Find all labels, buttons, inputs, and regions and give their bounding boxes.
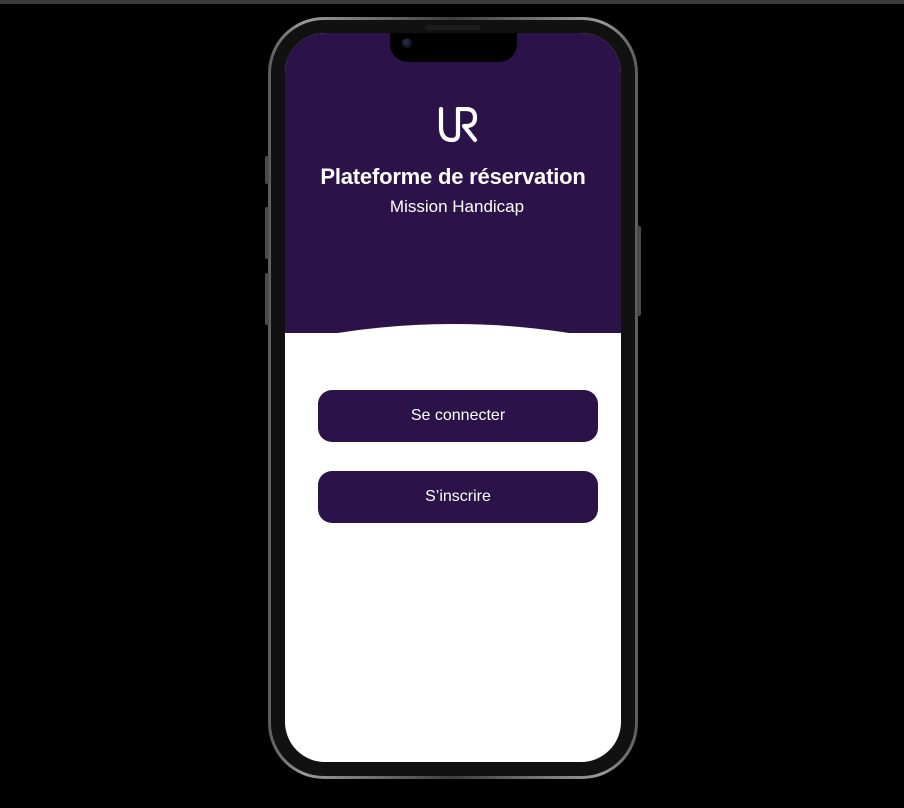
signup-button[interactable]: S’inscrire — [318, 471, 598, 523]
volume-down-button — [265, 273, 269, 325]
front-camera — [402, 38, 412, 48]
page-title: Plateforme de réservation — [320, 164, 586, 189]
ur-logo-icon: UR — [438, 107, 478, 143]
power-button — [637, 226, 641, 316]
window-top-border — [0, 0, 904, 4]
page-subtitle: Mission Handicap — [389, 197, 525, 216]
volume-up-button — [265, 207, 269, 259]
earpiece-speaker — [425, 25, 481, 30]
header-curve — [285, 324, 621, 367]
login-button[interactable]: Se connecter — [318, 390, 598, 442]
mute-switch — [265, 156, 269, 184]
